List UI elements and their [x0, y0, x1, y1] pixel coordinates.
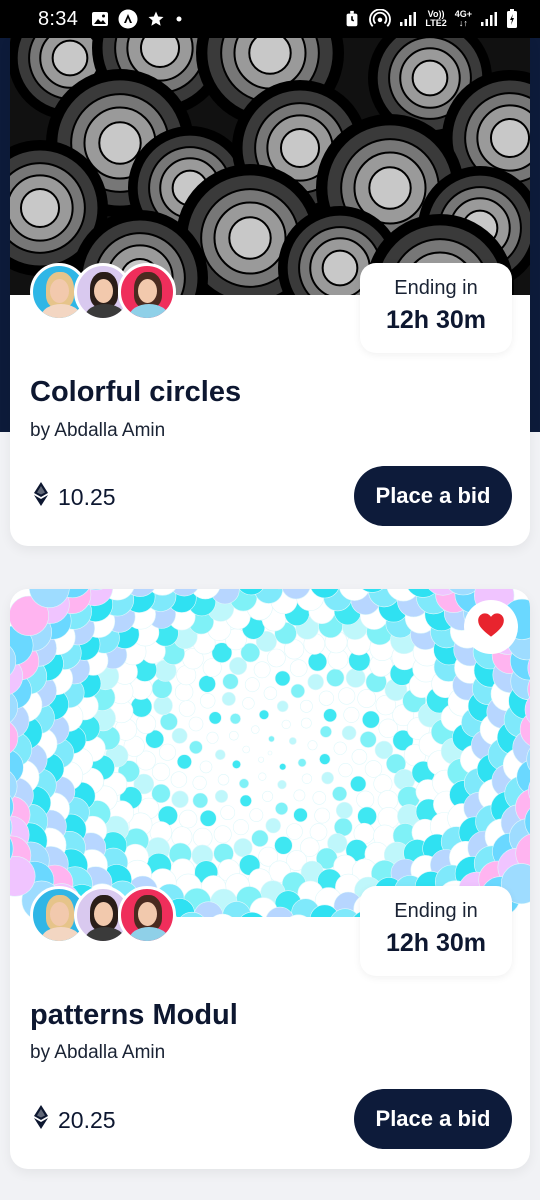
artwork-image[interactable] [10, 38, 530, 295]
bidder-avatars [30, 886, 176, 944]
price-value: 10.25 [58, 483, 116, 510]
ethereum-icon [34, 1105, 48, 1135]
artwork-image[interactable] [10, 589, 530, 917]
status-bar: 8:34 Vo)) LTE2 4G+ ↓↑ [0, 0, 540, 38]
avatar [118, 263, 176, 321]
volte-icon: Vo)) LTE2 [425, 10, 446, 28]
place-bid-button[interactable]: Place a bid [354, 1089, 512, 1149]
ethereum-icon [34, 482, 48, 512]
nft-card[interactable]: Ending in 12h 30m patterns Modul by Abda… [10, 589, 530, 1169]
dot-spiral-art [10, 589, 530, 917]
signal-icon [480, 11, 498, 27]
battery-icon [506, 9, 518, 29]
card-title: patterns Modul [30, 999, 238, 1031]
net-text: 4G+ [454, 9, 472, 19]
signal-icon [399, 11, 417, 27]
status-time: 8:34 [38, 7, 79, 30]
alarm-icon [343, 10, 361, 28]
star-icon [147, 10, 165, 28]
price-value: 20.25 [58, 1106, 116, 1133]
auction-timer: Ending in 12h 30m [360, 886, 512, 976]
place-bid-button[interactable]: Place a bid [354, 466, 512, 526]
4g-icon: 4G+ ↓↑ [454, 9, 472, 28]
heart-icon [477, 612, 505, 643]
dot-icon [174, 14, 184, 24]
card-author: by Abdalla Amin [30, 1042, 166, 1063]
auction-timer: Ending in 12h 30m [360, 263, 512, 353]
favorite-button[interactable] [464, 600, 518, 654]
bidder-avatars [30, 263, 176, 321]
card-author: by Abdalla Amin [30, 420, 166, 441]
price: 20.25 [34, 1105, 116, 1135]
ending-time: 12h 30m [385, 929, 487, 957]
price: 10.25 [34, 482, 116, 512]
card-title: Colorful circles [30, 376, 242, 408]
app-logo-icon [118, 9, 138, 29]
avatar [118, 886, 176, 944]
volte-text-bottom: LTE2 [425, 18, 447, 28]
ending-time: 12h 30m [385, 306, 487, 334]
image-icon [91, 11, 109, 27]
hotspot-icon [369, 9, 392, 29]
ending-label: Ending in [394, 900, 478, 922]
nft-card[interactable]: Ending in 12h 30m Colorful circles by Ab… [10, 38, 530, 546]
concentric-circles-art [10, 38, 530, 295]
ending-label: Ending in [394, 277, 478, 299]
